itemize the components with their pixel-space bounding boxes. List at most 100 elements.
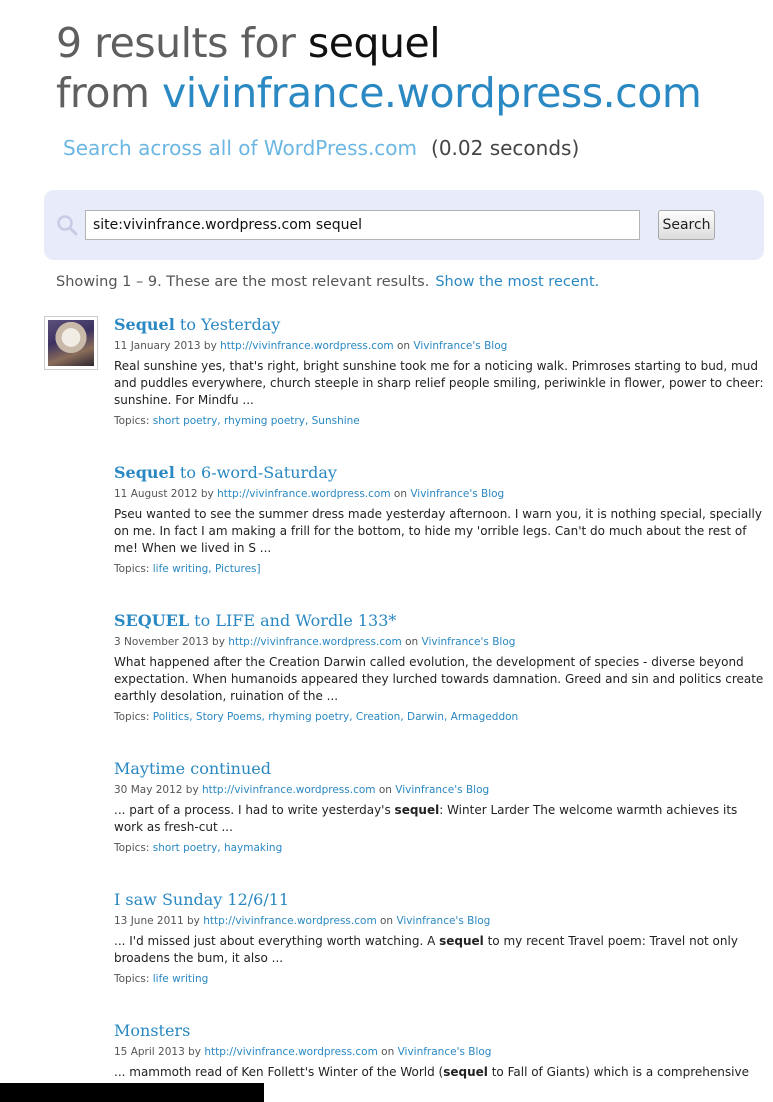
topic-links[interactable]: short poetry, haymaking	[153, 842, 282, 854]
result-blog-link[interactable]: Vivinfrance's Blog	[398, 1046, 492, 1058]
result-title[interactable]: Sequel to Yesterday	[114, 314, 764, 336]
title-highlight: Sequel	[114, 315, 175, 334]
search-panel: site:vivinfrance.wordpress.com sequel Se…	[44, 190, 764, 260]
result-author-link[interactable]: http://vivinfrance.wordpress.com	[203, 915, 376, 927]
result-date: 11 August 2012	[114, 488, 198, 500]
title-text: Monsters	[114, 1021, 191, 1040]
query-term: sequel	[307, 19, 441, 67]
results-header: 9 results for sequel from vivinfrance.wo…	[56, 18, 756, 118]
result-title[interactable]: SEQUEL to LIFE and Wordle 133*	[114, 610, 764, 632]
result-snippet: Real sunshine yes, that's right, bright …	[114, 359, 764, 407]
result-snippet: ... part of a process. I had to write ye…	[114, 802, 764, 836]
topic-links[interactable]: short poetry, rhyming poetry, Sunshine	[153, 415, 360, 427]
result-author-link[interactable]: http://vivinfrance.wordpress.com	[220, 340, 393, 352]
show-most-recent-link[interactable]: Show the most recent.	[435, 274, 599, 290]
on-text: on	[390, 488, 411, 500]
snippet-text: ... mammoth read of Ken Follett's Winter…	[114, 1065, 444, 1079]
search-input[interactable]: site:vivinfrance.wordpress.com sequel	[85, 210, 640, 240]
by-text: by	[184, 1046, 205, 1058]
title-highlight: SEQUEL	[114, 611, 190, 630]
showing-text: Showing 1 – 9. These are the most releva…	[56, 274, 430, 290]
topics-label: Topics:	[114, 415, 153, 427]
avatar-image	[48, 320, 94, 366]
result-blog-link[interactable]: Vivinfrance's Blog	[413, 340, 507, 352]
result-blog-link[interactable]: Vivinfrance's Blog	[396, 915, 490, 927]
snippet-text: ... part of a process. I had to write ye…	[114, 803, 395, 817]
result-date: 3 November 2013	[114, 636, 209, 648]
by-text: by	[208, 636, 229, 648]
result-topics: Topics: life writing, Pictures]	[114, 562, 764, 577]
title-text: I saw Sunday 12/6/11	[114, 890, 290, 909]
result-title[interactable]: Sequel to 6-word-Saturday	[114, 462, 764, 484]
topics-label: Topics:	[114, 973, 153, 985]
list-item: Maytime continued 30 May 2012 by http://…	[114, 758, 764, 856]
results-count-line: 9 results for sequel	[56, 18, 756, 68]
showing-summary: Showing 1 – 9. These are the most releva…	[56, 274, 599, 290]
list-item: I saw Sunday 12/6/11 13 June 2011 by htt…	[114, 889, 764, 987]
result-title[interactable]: I saw Sunday 12/6/11	[114, 889, 764, 911]
topic-links[interactable]: life writing	[153, 973, 209, 985]
topics-label: Topics:	[114, 563, 153, 575]
result-meta: 11 January 2013 by http://vivinfrance.wo…	[114, 339, 764, 354]
by-text: by	[182, 784, 203, 796]
snippet-highlight: sequel	[394, 803, 440, 817]
on-text: on	[376, 915, 397, 927]
list-item: SEQUEL to LIFE and Wordle 133* 3 Novembe…	[114, 610, 764, 725]
search-icon	[57, 215, 78, 236]
topic-links[interactable]: Politics, Story Poems, rhyming poetry, C…	[153, 711, 518, 723]
list-item: Sequel to Yesterday 11 January 2013 by h…	[114, 314, 764, 429]
result-title[interactable]: Monsters	[114, 1020, 764, 1042]
result-snippet: Pseu wanted to see the summer dress made…	[114, 507, 762, 555]
title-text: to 6-word-Saturday	[174, 463, 337, 482]
list-item: Sequel to 6-word-Saturday 11 August 2012…	[114, 462, 764, 577]
result-blog-link[interactable]: Vivinfrance's Blog	[410, 488, 504, 500]
result-snippet: ... I'd missed just about everything wor…	[114, 933, 764, 967]
snippet-highlight: sequel	[439, 934, 484, 948]
result-title[interactable]: Maytime continued	[114, 758, 764, 780]
result-meta: 15 April 2013 by http://vivinfrance.word…	[114, 1045, 764, 1060]
result-topics: Topics: Politics, Story Poems, rhyming p…	[114, 710, 764, 725]
result-topics: Topics: short poetry, rhyming poetry, Su…	[114, 414, 764, 429]
result-meta: 11 August 2012 by http://vivinfrance.wor…	[114, 487, 764, 502]
result-author-link[interactable]: http://vivinfrance.wordpress.com	[204, 1046, 377, 1058]
bottom-black-bar	[0, 1083, 264, 1102]
result-topics: Topics: short poetry, haymaking	[114, 841, 764, 856]
on-text: on	[393, 340, 414, 352]
title-highlight: Sequel	[114, 463, 175, 482]
avatar[interactable]	[44, 316, 98, 370]
result-author-link[interactable]: http://vivinfrance.wordpress.com	[202, 784, 375, 796]
on-text: on	[401, 636, 422, 648]
results-site-line: from vivinfrance.wordpress.com	[56, 68, 756, 118]
result-meta: 13 June 2011 by http://vivinfrance.wordp…	[114, 914, 764, 929]
search-subline: Search across all of WordPress.com (0.02 …	[63, 136, 579, 160]
search-button[interactable]: Search	[658, 210, 715, 240]
on-text: on	[375, 784, 396, 796]
result-snippet: What happened after the Creation Darwin …	[114, 655, 764, 703]
result-author-link[interactable]: http://vivinfrance.wordpress.com	[217, 488, 390, 500]
from-text: from	[56, 69, 162, 117]
by-text: by	[197, 488, 218, 500]
results-count-text: 9 results for	[56, 19, 308, 67]
topics-label: Topics:	[114, 711, 153, 723]
result-date: 13 June 2011	[114, 915, 184, 927]
topic-links[interactable]: life writing, Pictures]	[153, 563, 261, 575]
title-text: to Yesterday	[174, 315, 281, 334]
result-date: 15 April 2013	[114, 1046, 185, 1058]
on-text: on	[377, 1046, 398, 1058]
site-link[interactable]: vivinfrance.wordpress.com	[162, 69, 702, 117]
result-blog-link[interactable]: Vivinfrance's Blog	[422, 636, 516, 648]
search-time: (0.02 seconds)	[431, 136, 580, 160]
result-date: 30 May 2012	[114, 784, 183, 796]
snippet-text: ... I'd missed just about everything wor…	[114, 934, 440, 948]
by-text: by	[200, 340, 221, 352]
result-blog-link[interactable]: Vivinfrance's Blog	[395, 784, 489, 796]
title-text: Maytime continued	[114, 759, 271, 778]
result-author-link[interactable]: http://vivinfrance.wordpress.com	[228, 636, 401, 648]
result-meta: 3 November 2013 by http://vivinfrance.wo…	[114, 635, 764, 650]
result-meta: 30 May 2012 by http://vivinfrance.wordpr…	[114, 783, 764, 798]
snippet-highlight: sequel	[443, 1065, 488, 1079]
search-all-wordpress-link[interactable]: Search across all of WordPress.com	[63, 136, 417, 160]
topics-label: Topics:	[114, 842, 153, 854]
title-text: to LIFE and Wordle 133*	[189, 611, 397, 630]
by-text: by	[183, 915, 204, 927]
